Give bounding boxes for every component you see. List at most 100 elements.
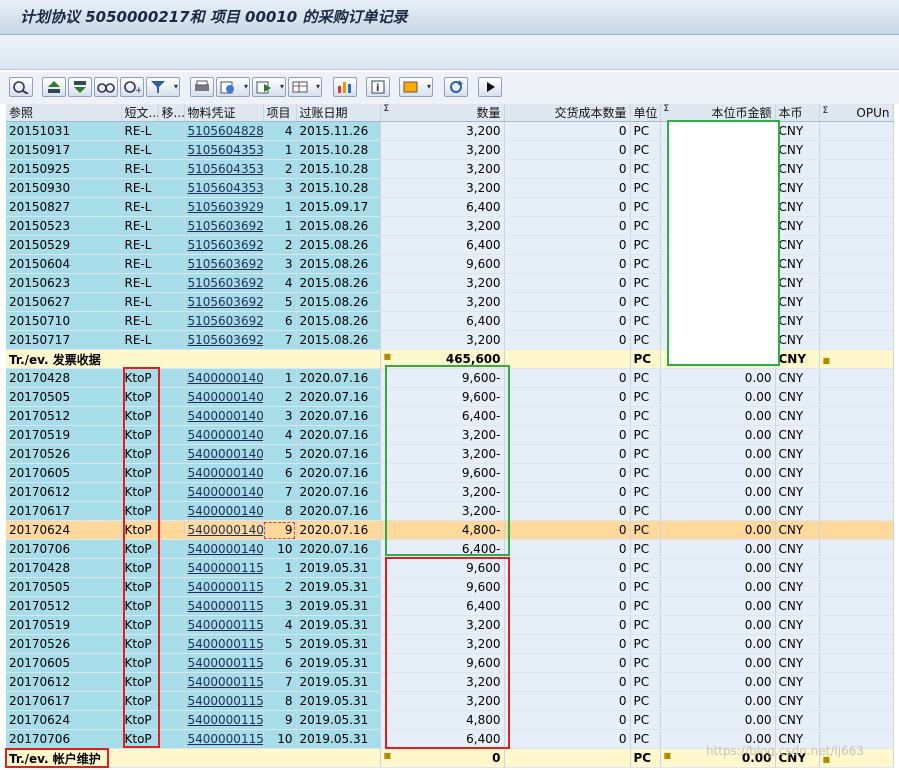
cell-material-doc[interactable]: 5400000115 — [184, 577, 264, 597]
cell-short-text: KtoP — [121, 615, 159, 635]
cell-material-doc[interactable]: 5400000115 — [184, 615, 264, 635]
cell-short-text: RE-L — [121, 197, 159, 217]
table-row[interactable]: 20170605 KtoP 5400000140 6 2020.07.16 9,600- 0… — [6, 463, 894, 483]
cell-delivery-cost-qty: 0 — [504, 558, 631, 578]
cell-material-doc[interactable]: 5105603692 — [184, 273, 264, 293]
export-button[interactable]: ▾ — [216, 77, 250, 97]
col-material-doc[interactable]: 物料凭证 — [184, 104, 264, 122]
table-row[interactable]: 20170505 KtoP 5400000115 2 2019.05.31 9,600 0 P… — [6, 577, 894, 597]
table-row[interactable]: 20170519 KtoP 5400000140 4 2020.07.16 3,200- 0… — [6, 425, 894, 445]
cell-material-doc[interactable]: 5400000115 — [184, 634, 264, 654]
cell-movement — [158, 558, 185, 578]
cell-material-doc[interactable]: 5105603692 — [184, 311, 264, 331]
cell-material-doc[interactable]: 5400000140 — [184, 463, 264, 483]
cell-delivery-cost-qty: 0 — [504, 406, 631, 426]
table-row[interactable]: 20170612 KtoP 5400000140 7 2020.07.16 3,200- 0… — [6, 482, 894, 502]
table-row[interactable]: 20170505 KtoP 5400000140 2 2020.07.16 9,600- 0… — [6, 387, 894, 407]
cell-unit: PC — [630, 235, 661, 255]
cell-movement — [158, 463, 185, 483]
cell-unit: PC — [630, 121, 661, 141]
col-short-text[interactable]: 短文... — [121, 104, 159, 122]
details-button[interactable] — [9, 77, 33, 97]
cell-material-doc[interactable]: 5400000140 — [184, 539, 264, 559]
col-posting-date[interactable]: 过账日期 — [296, 104, 381, 122]
find-button[interactable] — [94, 77, 118, 97]
print-preview-button[interactable] — [190, 77, 214, 97]
cell-material-doc[interactable]: 5105603692 — [184, 254, 264, 274]
cell-material-doc[interactable]: 5400000115 — [184, 710, 264, 730]
cell-material-doc[interactable]: 5400000115 — [184, 596, 264, 616]
layout-button[interactable]: ▾ — [288, 77, 322, 97]
cell-material-doc[interactable]: 5105604353 — [184, 159, 264, 179]
send-button[interactable]: ▾ — [252, 77, 286, 97]
cell-material-doc[interactable]: 5400000140 — [184, 520, 264, 540]
cell-unit: PC — [630, 406, 661, 426]
info-button[interactable]: i — [366, 77, 390, 97]
cell-material-doc[interactable]: 5400000140 — [184, 501, 264, 521]
col-opun[interactable]: Σ OPUn — [819, 104, 894, 122]
cell-unit: PC — [630, 311, 661, 331]
sort-descending-button[interactable] — [68, 77, 92, 97]
cell-material-doc[interactable]: 5105603692 — [184, 292, 264, 312]
cell-material-doc[interactable]: 5400000115 — [184, 653, 264, 673]
chart-button[interactable] — [333, 77, 357, 97]
col-unit[interactable]: 单位 — [630, 104, 661, 122]
col-reference[interactable]: 参照 — [6, 104, 122, 122]
cell-material-doc[interactable]: 5400000140 — [184, 425, 264, 445]
cell-short-text: KtoP — [121, 387, 159, 407]
cell-currency: CNY — [775, 254, 820, 274]
cell-local-amount: 0.00 — [660, 444, 776, 464]
execute-button[interactable] — [478, 77, 502, 97]
table-row[interactable]: 20170512 KtoP 5400000115 3 2019.05.31 6,400 0 P… — [6, 596, 894, 616]
table-row[interactable]: 20170526 KtoP 5400000140 5 2020.07.16 3,200- 0… — [6, 444, 894, 464]
cell-material-doc[interactable]: 5105603692 — [184, 216, 264, 236]
cell-opun — [819, 387, 894, 407]
cell-material-doc[interactable]: 5400000140 — [184, 368, 264, 388]
cell-material-doc[interactable]: 5105603692 — [184, 330, 264, 350]
cell-currency: CNY — [775, 520, 820, 540]
cell-delivery-cost-qty: 0 — [504, 216, 631, 236]
cell-item: 5 — [263, 634, 297, 654]
col-delivery-cost-qty[interactable]: 交货成本数量 — [504, 104, 631, 122]
cell-reference: 20170505 — [6, 577, 122, 597]
cell-material-doc[interactable]: 5400000115 — [184, 729, 264, 749]
cell-material-doc[interactable]: 5105604353 — [184, 178, 264, 198]
cell-material-doc[interactable]: 5400000140 — [184, 444, 264, 464]
cell-material-doc[interactable]: 5400000115 — [184, 691, 264, 711]
col-currency[interactable]: 本币 — [775, 104, 820, 122]
table-row[interactable]: 20170428 KtoP 5400000115 1 2019.05.31 9,600 0 P… — [6, 558, 894, 578]
cell-material-doc[interactable]: 5400000115 — [184, 672, 264, 692]
cell-material-doc[interactable]: 5105604353 — [184, 140, 264, 160]
col-quantity[interactable]: Σ 数量 — [380, 104, 505, 122]
table-row[interactable]: 20170624 KtoP 5400000140 9 2020.07.16 4,800- 0… — [6, 520, 894, 540]
find-next-button[interactable]: + — [120, 77, 144, 97]
table-row[interactable]: 20170428 KtoP 5400000140 1 2020.07.16 9,600- 0… — [6, 368, 894, 388]
table-row[interactable]: 20170612 KtoP 5400000115 7 2019.05.31 3,200 0 P… — [6, 672, 894, 692]
cell-material-doc[interactable]: 5105604828 — [184, 121, 264, 141]
layout-select-button[interactable]: ▾ — [399, 77, 433, 97]
cell-material-doc[interactable]: 5400000140 — [184, 482, 264, 502]
table-row[interactable]: 20170605 KtoP 5400000115 6 2019.05.31 9,600 0 P… — [6, 653, 894, 673]
table-row[interactable]: 20170617 KtoP 5400000140 8 2020.07.16 3,200- 0… — [6, 501, 894, 521]
table-row[interactable]: 20170624 KtoP 5400000115 9 2019.05.31 4,800 0 P… — [6, 710, 894, 730]
cell-material-doc[interactable]: 5105603692 — [184, 235, 264, 255]
table-row[interactable]: 20170519 KtoP 5400000115 4 2019.05.31 3,200 0 P… — [6, 615, 894, 635]
cell-opun — [819, 197, 894, 217]
col-local-amount[interactable]: Σ 本位币金额 — [660, 104, 776, 122]
col-item[interactable]: 项目 — [263, 104, 297, 122]
cell-material-doc[interactable]: 5400000115 — [184, 558, 264, 578]
refresh-button[interactable] — [444, 77, 468, 97]
cell-material-doc[interactable]: 5105603929 — [184, 197, 264, 217]
cell-material-doc[interactable]: 5400000140 — [184, 406, 264, 426]
sort-ascending-button[interactable] — [42, 77, 66, 97]
col-movement[interactable]: 移... — [158, 104, 185, 122]
cell-material-doc[interactable]: 5400000140 — [184, 387, 264, 407]
table-row[interactable]: 20170617 KtoP 5400000115 8 2019.05.31 3,200 0 P… — [6, 691, 894, 711]
table-row[interactable]: 20170706 KtoP 5400000140 10 2020.07.16 6,400-… — [6, 539, 894, 559]
cell-movement — [158, 710, 185, 730]
filter-button[interactable]: ▾ — [146, 77, 180, 97]
cell-movement — [158, 368, 185, 388]
table-row[interactable]: 20170526 KtoP 5400000115 5 2019.05.31 3,200 0 P… — [6, 634, 894, 654]
subtotal-qty: ■ 465,600 — [380, 349, 505, 369]
table-row[interactable]: 20170512 KtoP 5400000140 3 2020.07.16 6,400- 0… — [6, 406, 894, 426]
